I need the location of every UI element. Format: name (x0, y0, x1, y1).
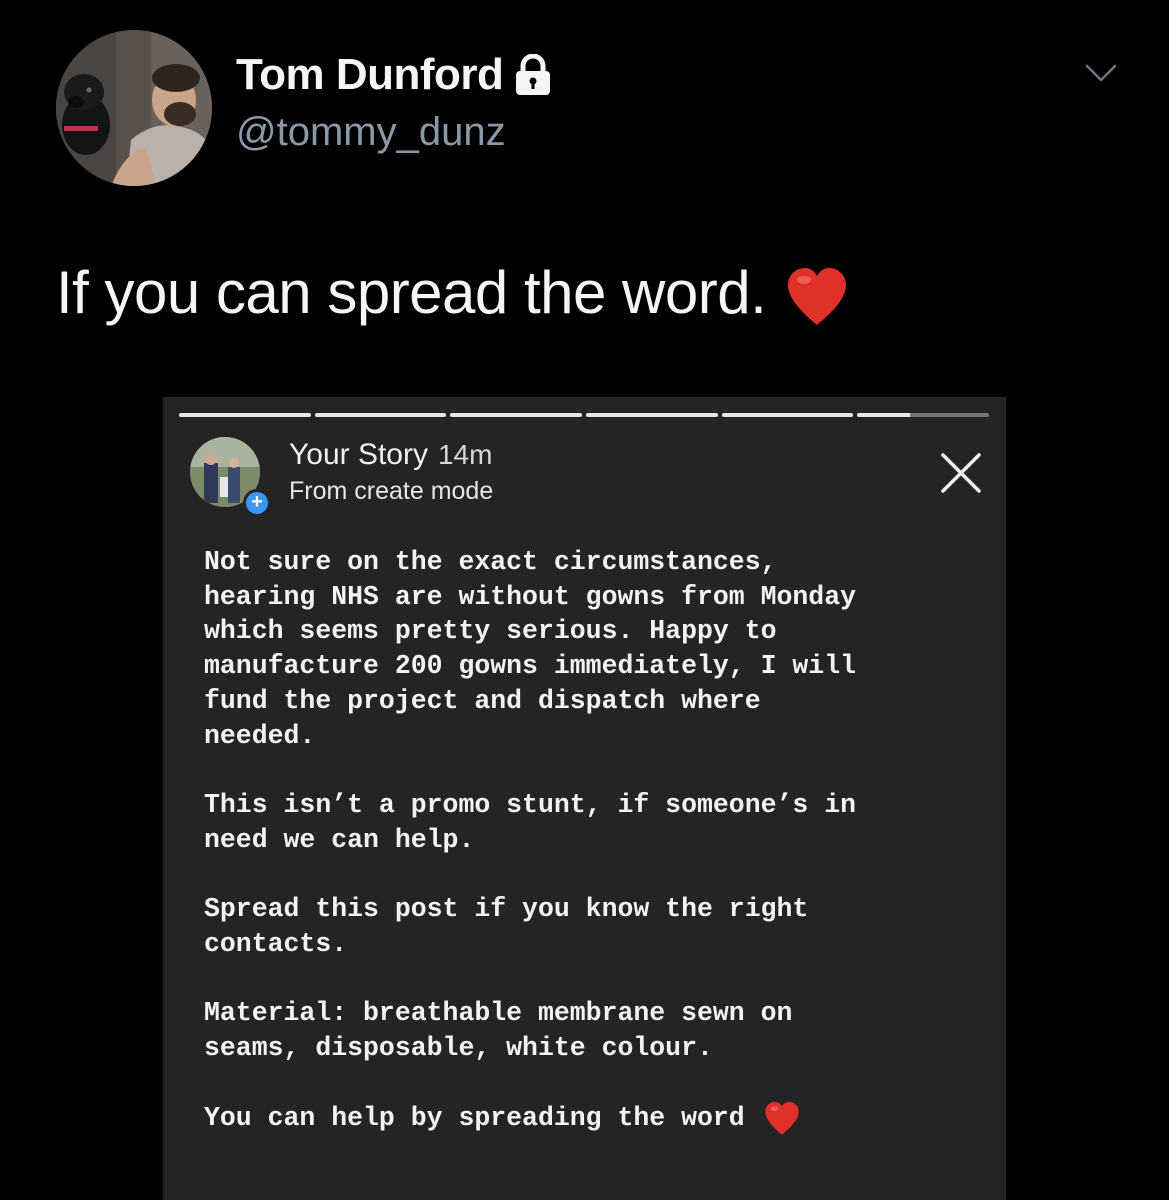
story-progress-segment (179, 413, 311, 417)
add-story-badge[interactable]: + (243, 489, 271, 517)
story-subtitle: From create mode (289, 477, 494, 505)
story-paragraph: Spread this post if you know the right c… (204, 894, 809, 959)
story-progress-segment (450, 413, 583, 417)
story-title[interactable]: Your Story (289, 438, 428, 471)
story-progress-segment (721, 413, 854, 417)
story-progress-bars (179, 413, 990, 417)
author-avatar-image (56, 30, 212, 186)
tweet-text-content: If you can spread the word. (56, 259, 767, 326)
author-name-row[interactable]: Tom Dunford (236, 50, 553, 100)
author-avatar[interactable] (56, 30, 212, 186)
lock-icon (516, 54, 551, 95)
chevron-down-icon[interactable] (1084, 62, 1118, 84)
story-time: 14m (437, 439, 493, 470)
story-progress-segment-current (857, 413, 990, 417)
author-handle[interactable]: @tommy_dunz (236, 110, 506, 155)
author-name[interactable]: Tom Dunford (236, 50, 504, 100)
tweet: Tom Dunford @tommy_dunz If you can sprea… (0, 0, 1169, 1200)
story-progress-segment (586, 413, 718, 417)
story-text: Not sure on the exact circumstances, hea… (204, 545, 994, 1136)
story-paragraph: Not sure on the exact circumstances, hea… (204, 547, 857, 751)
tweet-text: If you can spread the word. (56, 258, 850, 327)
heart-icon (765, 1102, 799, 1135)
story-paragraph: Material: breathable membrane sewn on se… (204, 998, 793, 1063)
story-progress-segment (314, 413, 447, 417)
story-paragraph: This isn’t a promo stunt, if someone’s i… (204, 789, 857, 855)
story-last-line-text: You can help by spreading the word (204, 1102, 745, 1133)
story-header: Your Story 14m (289, 438, 492, 472)
story-last-line: You can help by spreading the word (204, 1100, 994, 1136)
close-icon[interactable] (939, 451, 983, 495)
story-screenshot[interactable]: + Your Story 14m From create mode Not sur… (163, 397, 1006, 1200)
heart-icon (788, 267, 847, 325)
